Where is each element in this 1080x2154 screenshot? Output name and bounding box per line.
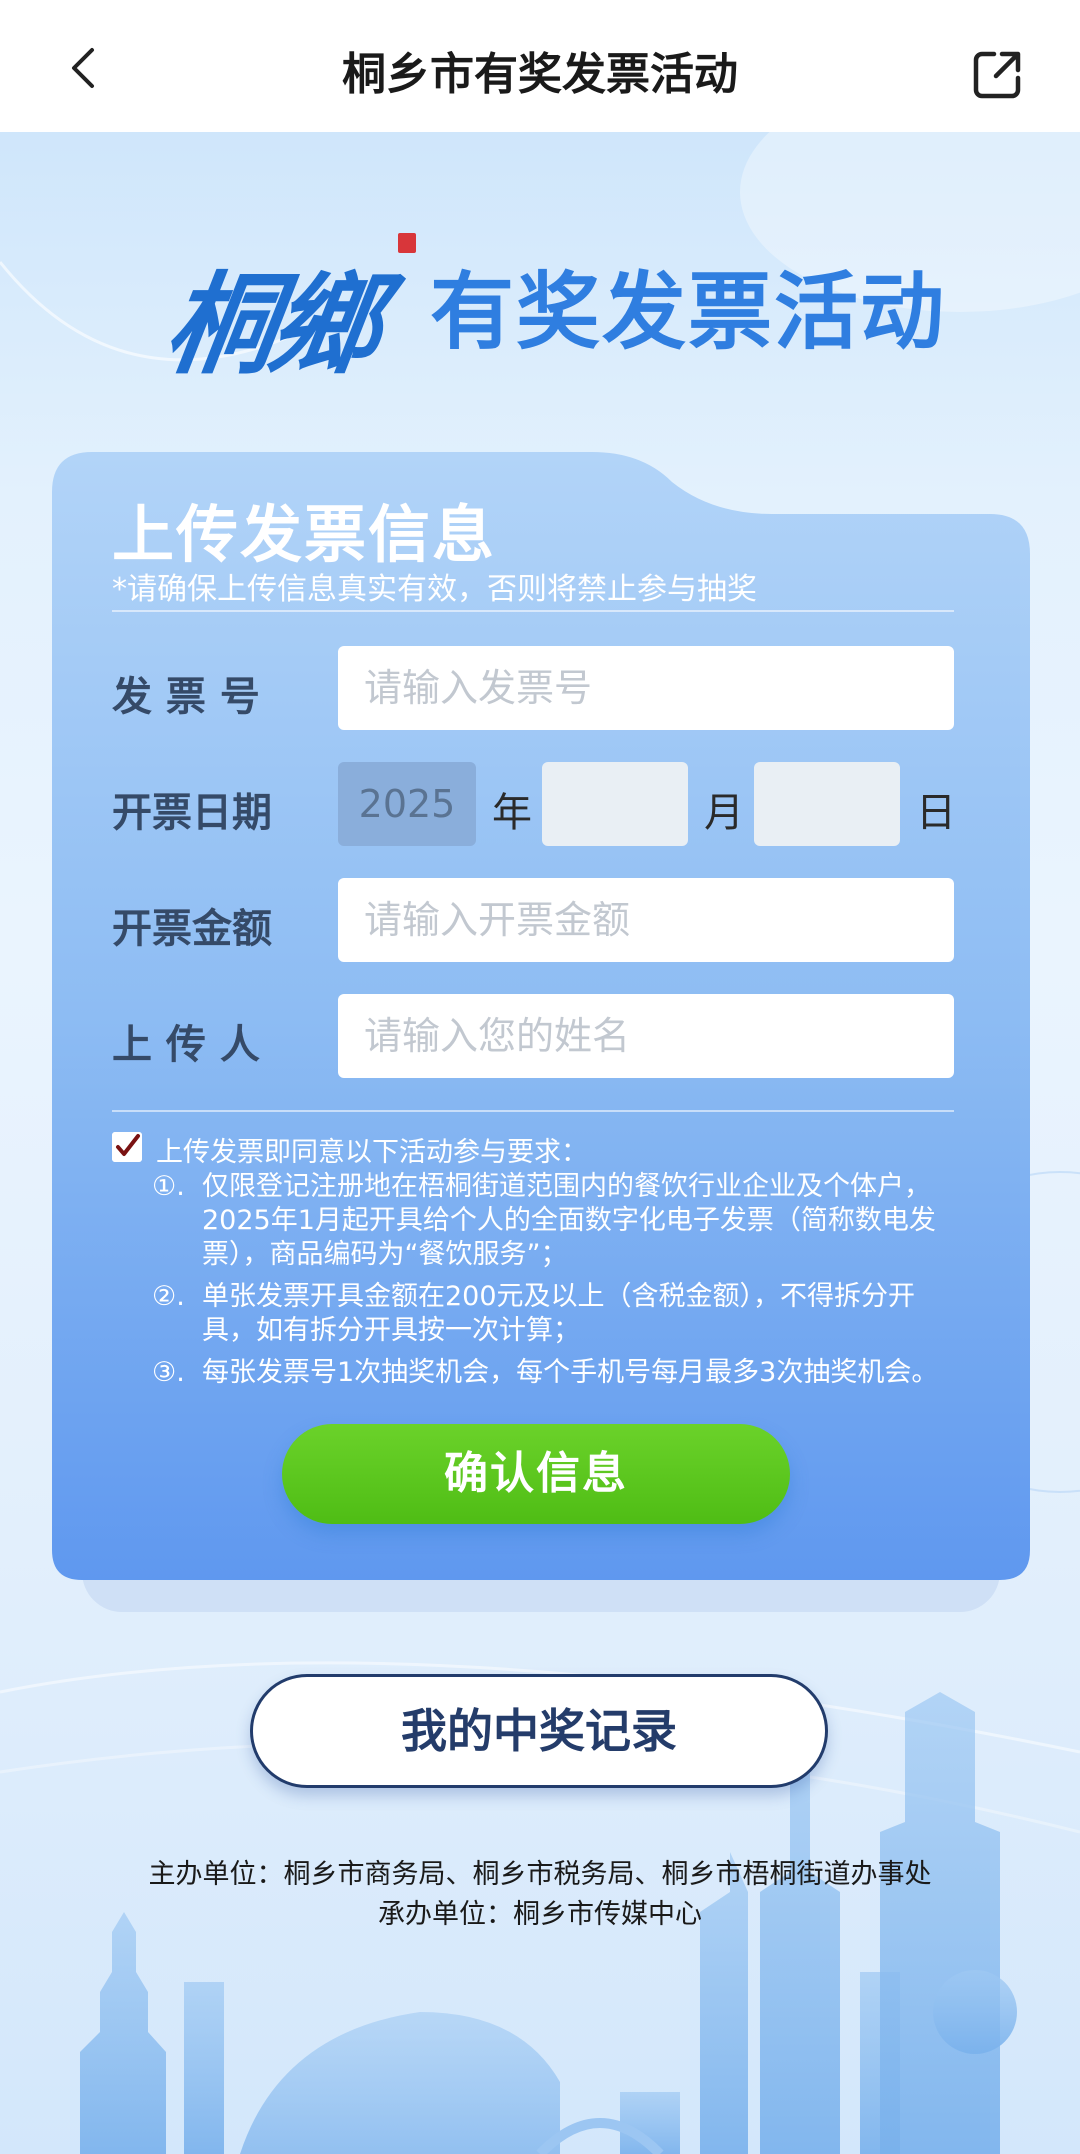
- rule-text: 仅限登记注册地在梧桐街道范围内的餐饮行业企业及个体户，2025年1月起开具给个人…: [202, 1171, 936, 1270]
- year-unit: 年: [492, 790, 532, 836]
- invoice-number-input[interactable]: [338, 646, 954, 730]
- activity-logo: 桐鄉 有奖发票活动: [0, 215, 1080, 389]
- upload-form-card: 上传发票信息 *请确保上传信息真实有效，否则将禁止参与抽奖 发 票 号 开票日期…: [52, 452, 1030, 1612]
- page-title: 桐乡市有奖发票活动: [342, 49, 738, 100]
- invoice-number-row: 发 票 号: [112, 646, 954, 732]
- agreement-intro: 上传发票即同意以下活动参与要求：: [156, 1137, 588, 1168]
- invoice-date-label: 开票日期: [112, 790, 272, 836]
- host-info: 主办单位：桐乡市商务局、桐乡市税务局、桐乡市梧桐街道办事处: [148, 1859, 932, 1890]
- form-heading: 上传发票信息: [112, 498, 497, 571]
- nav-bar: 桐乡市有奖发票活动: [0, 0, 1080, 132]
- prize-records-button[interactable]: 我的中奖记录: [250, 1674, 828, 1788]
- confirm-button[interactable]: 确认信息: [282, 1424, 790, 1524]
- rule-number: ③.: [152, 1357, 185, 1388]
- date-day-field[interactable]: [754, 762, 900, 846]
- rule-number: ②.: [152, 1281, 185, 1312]
- uploader-label: 上 传 人: [112, 1022, 260, 1068]
- agreement-checkbox[interactable]: [112, 1132, 142, 1162]
- rule-text: 单张发票开具金额在200元及以上（含税金额），不得拆分开具，如有拆分开具按一次计…: [202, 1281, 916, 1346]
- uploader-name-input[interactable]: [338, 994, 954, 1078]
- invoice-date-row: 开票日期 年 月 日: [112, 762, 956, 848]
- invoice-amount-input[interactable]: [338, 878, 954, 962]
- logo-brush-text: 桐鄉: [157, 260, 384, 389]
- divider: [112, 610, 954, 612]
- day-unit: 日: [916, 790, 956, 836]
- share-icon[interactable]: [970, 48, 1024, 102]
- date-year-field[interactable]: [338, 762, 476, 846]
- month-unit: 月: [704, 790, 744, 836]
- organizer-info: 承办单位：桐乡市传媒中心: [378, 1899, 702, 1930]
- divider: [112, 1110, 954, 1112]
- invoice-amount-label: 开票金额: [112, 906, 272, 952]
- invoice-amount-row: 开票金额: [112, 878, 954, 964]
- rule-text: 每张发票号1次抽奖机会，每个手机号每月最多3次抽奖机会。: [202, 1357, 939, 1388]
- rule-number: ①.: [152, 1171, 185, 1202]
- invoice-number-label: 发 票 号: [112, 674, 260, 720]
- date-month-field[interactable]: [542, 762, 688, 846]
- logo-main-text: 有奖发票活动: [430, 263, 947, 361]
- uploader-row: 上 传 人: [112, 994, 954, 1080]
- logo-seal-icon: [398, 233, 416, 253]
- form-notice: *请确保上传信息真实有效，否则将禁止参与抽奖: [112, 572, 757, 607]
